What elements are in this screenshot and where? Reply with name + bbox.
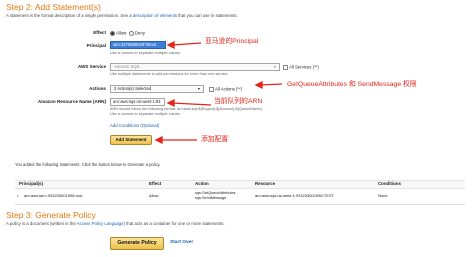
header-conditions: Conditions — [378, 181, 401, 186]
arn-annotation: 当前队列的ARN — [214, 98, 263, 105]
principal-arrowhead — [166, 40, 175, 50]
actions-arrowhead — [254, 80, 263, 90]
row-action-2: sqs:SendMessage — [195, 196, 227, 200]
statements-note: You added the following statements. Clic… — [15, 162, 161, 167]
access-policy-language-link[interactable]: Access Policy Language — [77, 221, 124, 226]
header-resource: Resource — [255, 181, 276, 186]
step3-title: Step 3: Generate Policy — [6, 210, 96, 220]
actions-annotation: GetQueueAttributes 和 SendMessage 权限 — [287, 81, 417, 88]
add-arrowhead — [154, 135, 163, 145]
start-over-link[interactable]: Start Over — [170, 240, 193, 246]
principal-annotation: 亚马逊的Principal — [205, 38, 259, 45]
row-effect: Allow — [149, 193, 159, 198]
header-principals: Principal(s) — [19, 181, 43, 186]
principal-arrow — [171, 42, 202, 46]
table-bottom-divider — [15, 204, 465, 205]
header-action: Action — [195, 181, 209, 186]
generate-policy-button[interactable]: Generate Policy — [110, 237, 164, 250]
add-annotation: 添加配置 — [201, 136, 229, 143]
row-principal: arn:aws:iam::933233001598:root — [24, 193, 83, 198]
actions-arrow — [259, 83, 283, 86]
row-resource: arn:aws:sqs:us-west-1:933233001598:TEST — [255, 193, 334, 198]
row-conditions: None — [378, 193, 388, 198]
row-remove-bullet[interactable]: • — [17, 194, 18, 198]
table-row: • arn:aws:iam::933233001598:root Allow s… — [15, 190, 465, 203]
arn-arrowhead — [166, 98, 175, 108]
header-effect: Effect — [149, 181, 162, 186]
step3-intro: A policy is a document (written in the A… — [6, 221, 225, 226]
arn-arrow — [171, 102, 212, 106]
